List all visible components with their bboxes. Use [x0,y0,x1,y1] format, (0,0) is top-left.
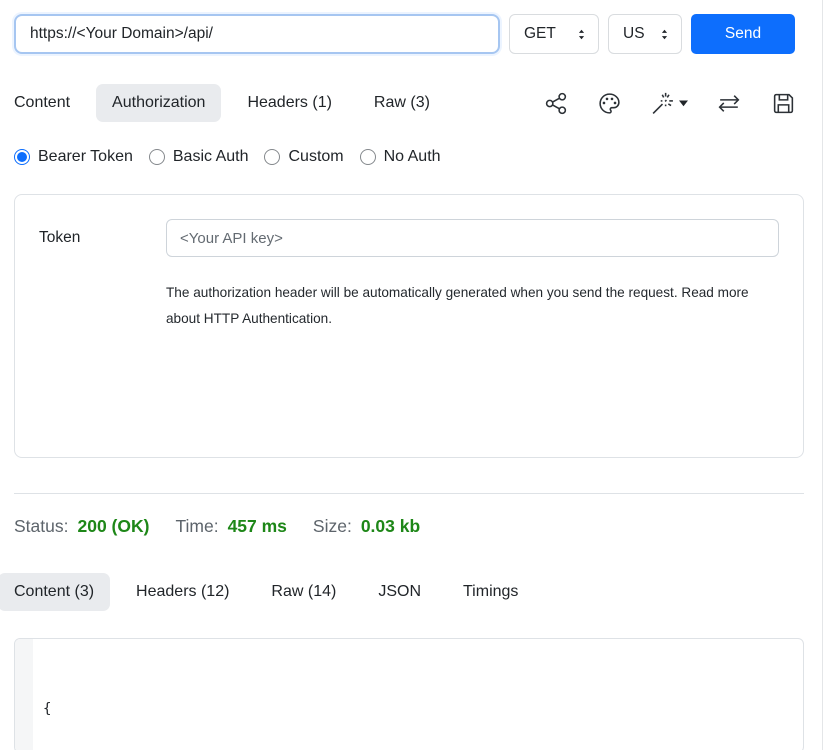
code-gutter [15,639,33,750]
status-code-value: 200 (OK) [77,516,149,537]
response-tabs: Content (3) Headers (12) Raw (14) JSON T… [14,573,804,611]
token-help-text: The authorization header will be automat… [166,280,779,332]
method-select[interactable]: GET [509,14,599,54]
auth-option-noauth[interactable]: No Auth [360,148,441,166]
code-line: { [43,697,803,722]
main-content: GET US Send Content Authorization Header… [0,0,822,750]
save-request-button[interactable] [771,91,796,116]
url-input[interactable] [14,14,500,54]
token-panel: Token The authorization header will be a… [14,194,804,458]
radio-icon[interactable] [264,149,280,165]
toolbar-icons [544,91,796,116]
tab-response-raw[interactable]: Raw (14) [255,573,352,611]
request-tabs: Content Authorization Headers (1) Raw (3… [14,84,804,122]
tab-content[interactable]: Content [0,84,86,122]
method-select-value: GET [524,25,556,43]
time-value: 457 ms [228,516,287,537]
auth-option-label: Custom [288,148,343,166]
status-item: Status: 200 (OK) [14,516,149,537]
send-button[interactable]: Send [691,14,795,54]
updown-arrows-icon [575,27,588,42]
save-icon [771,91,796,116]
radio-icon[interactable] [360,149,376,165]
tab-response-json[interactable]: JSON [362,573,437,611]
response-json-code: { "message": "API running." } [43,648,803,750]
time-label: Time: [175,516,218,537]
swap-arrows-icon [716,91,743,116]
tab-response-timings[interactable]: Timings [447,573,534,611]
palette-icon [597,91,622,116]
theme-button[interactable] [597,91,622,116]
compare-button[interactable] [716,91,743,116]
auth-option-bearer[interactable]: Bearer Token [14,148,133,166]
locale-select-value: US [623,25,645,43]
status-label: Status: [14,516,68,537]
radio-icon[interactable] [149,149,165,165]
magic-wand-icon [650,91,675,116]
share-icon [544,91,569,116]
auth-option-label: Basic Auth [173,148,249,166]
tab-raw[interactable]: Raw (3) [358,84,446,122]
chevron-down-icon [679,100,688,107]
auth-option-custom[interactable]: Custom [264,148,343,166]
auth-option-label: No Auth [384,148,441,166]
tab-response-content[interactable]: Content (3) [0,573,110,611]
share-button[interactable] [544,91,569,116]
time-item: Time: 457 ms [175,516,286,537]
token-label: Token [39,219,166,257]
tab-response-headers[interactable]: Headers (12) [120,573,245,611]
tab-authorization[interactable]: Authorization [96,84,221,122]
section-divider [14,493,804,494]
request-bar: GET US Send [14,14,804,54]
help-line-1: The authorization header will be automat… [166,285,749,300]
app-page: GET US Send Content Authorization Header… [0,0,823,750]
radio-selected-icon[interactable] [14,149,30,165]
size-value: 0.03 kb [361,516,420,537]
help-line-2: about HTTP Authentication. [166,311,332,326]
auth-type-options: Bearer Token Basic Auth Custom No Auth [14,148,804,166]
response-status-bar: Status: 200 (OK) Time: 457 ms Size: 0.03… [14,516,804,537]
generate-code-button[interactable] [650,91,688,116]
token-row: Token [39,219,779,257]
token-input[interactable] [166,219,779,257]
auth-option-basic[interactable]: Basic Auth [149,148,249,166]
size-label: Size: [313,516,352,537]
tab-headers[interactable]: Headers (1) [231,84,347,122]
updown-arrows-icon [658,27,671,42]
auth-option-label: Bearer Token [38,148,133,166]
size-item: Size: 0.03 kb [313,516,420,537]
response-body-panel[interactable]: { "message": "API running." } [14,638,804,750]
locale-select[interactable]: US [608,14,682,54]
